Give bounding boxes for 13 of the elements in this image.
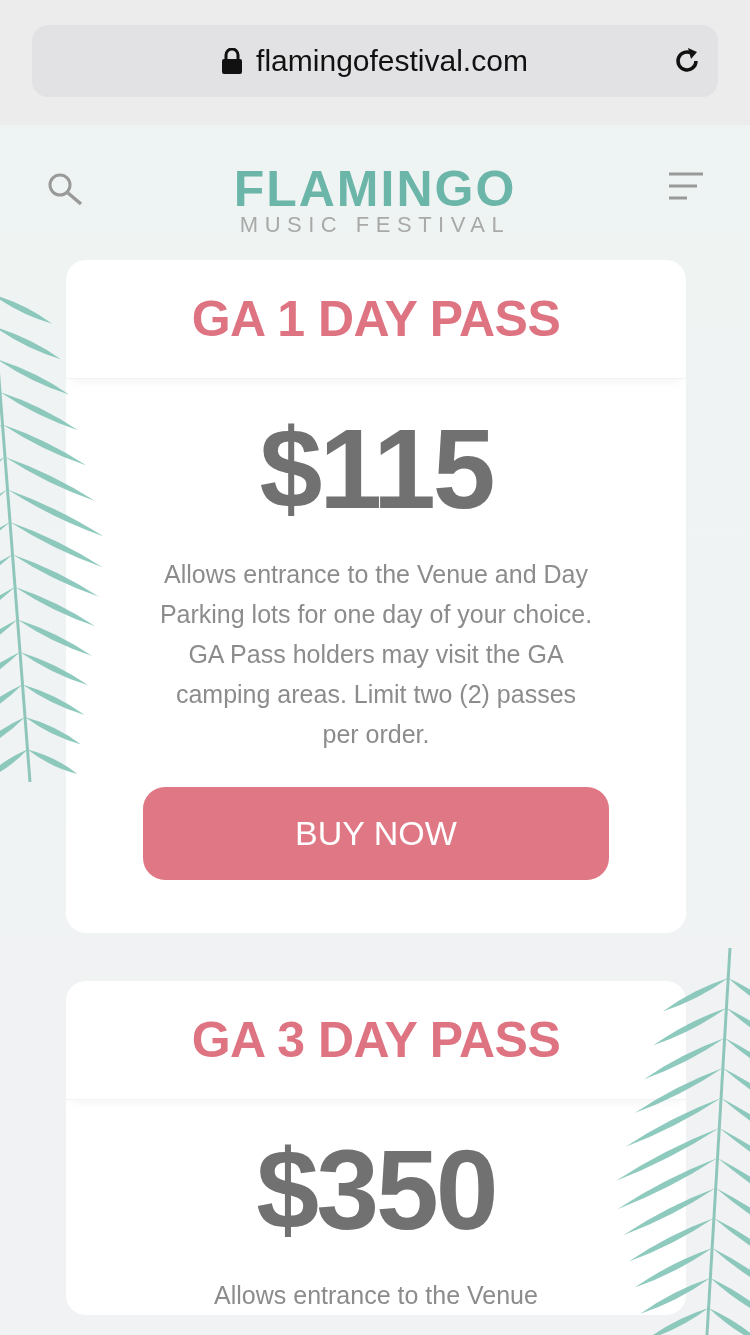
search-icon[interactable] (47, 172, 85, 206)
address-bar[interactable]: flamingofestival.com (32, 25, 718, 97)
lock-icon (222, 48, 243, 74)
logo-subtitle: MUSIC FESTIVAL (239, 213, 511, 237)
logo-title: FLAMINGO (233, 165, 517, 213)
url-text: flamingofestival.com (256, 44, 528, 78)
pass-description: Allows entrance to the Venue (213, 1280, 539, 1311)
pass-title: GA 3 DAY PASS (191, 1011, 561, 1069)
pass-title: GA 1 DAY PASS (191, 290, 561, 348)
menu-icon[interactable] (669, 172, 703, 200)
pass-price: $115 (258, 405, 494, 534)
pass-price: $350 (255, 1126, 497, 1255)
pass-description: Allows entrance to the Venue and Day Parking lots for one day of your choice. GA Pass holders may visit the GA camping areas. Limit two (2) passes per order. (158, 559, 594, 750)
